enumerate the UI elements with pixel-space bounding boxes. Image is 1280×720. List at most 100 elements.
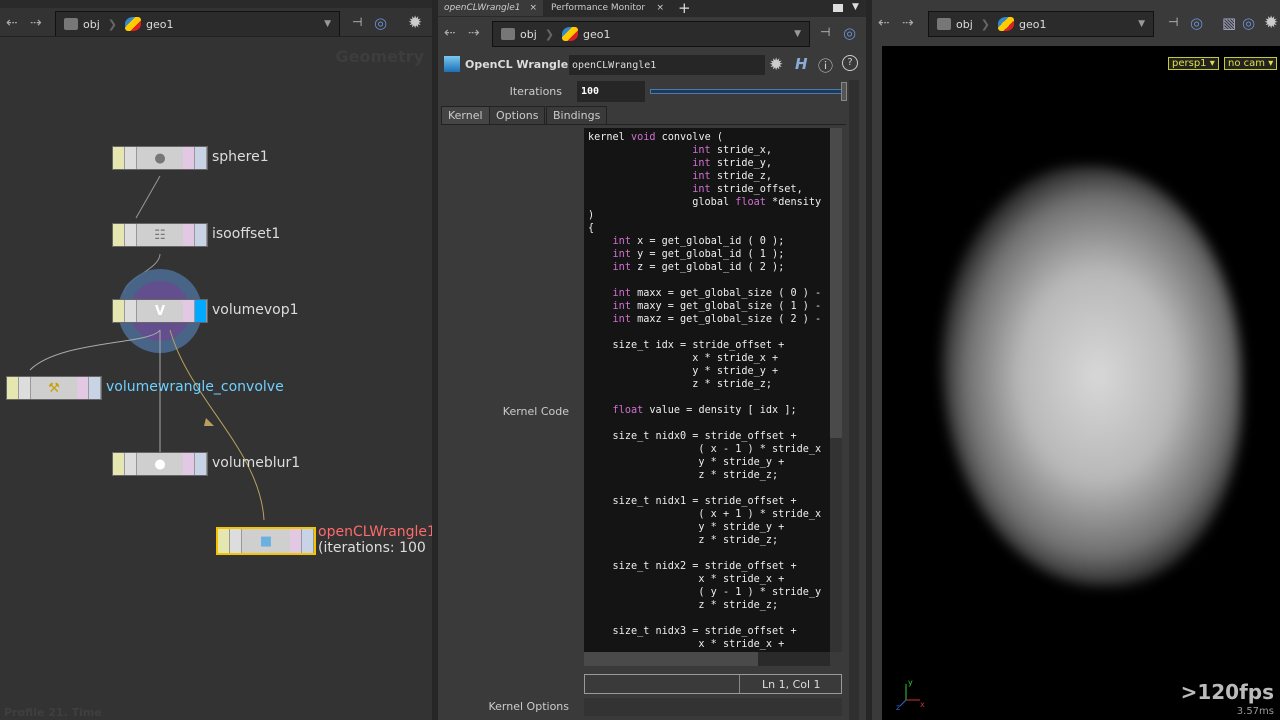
node-label: volumewrangle_convolve — [106, 379, 284, 395]
fps-readout: >120fps — [1180, 680, 1274, 704]
tab-performance-monitor[interactable]: Performance Monitor × — [545, 0, 670, 16]
pin-icon[interactable]: ⊣ — [820, 25, 830, 39]
code-keyword: float — [735, 197, 766, 208]
maximize-icon[interactable] — [833, 4, 843, 12]
code-keyword: int — [612, 314, 631, 325]
opencl-icon: ■ — [259, 533, 273, 549]
code-keyword: int — [692, 145, 711, 156]
code-keyword: int — [612, 249, 631, 260]
code-keyword: int — [692, 171, 711, 182]
wire-arrow-icon — [204, 418, 214, 426]
path-obj[interactable]: obj — [929, 18, 981, 31]
iterations-label: Iterations — [509, 85, 562, 98]
axis-label: z — [896, 703, 900, 710]
code-line: size_t nidx3 = stride_offset + — [612, 626, 797, 637]
network-editor: ⇠ ⇢ obj ❯ geo1 ▼ ⊣ ◎ ✹ Geometry ● sphere… — [0, 0, 436, 720]
camera-menu[interactable]: persp1 ▾ — [1168, 57, 1219, 70]
code-keyword: int — [612, 236, 631, 247]
wire — [169, 329, 265, 521]
snapshot-icon[interactable]: ◎ — [1242, 14, 1255, 32]
node-isooffset1[interactable]: ☷ — [112, 223, 208, 247]
kernel-code-editor[interactable]: kernel void convolve ( int stride_x, int… — [584, 128, 830, 652]
node-sphere1[interactable]: ● — [112, 146, 208, 170]
houdini-help-icon[interactable]: H — [795, 55, 808, 73]
path-geo[interactable]: geo1 — [990, 17, 1054, 31]
axis-gizmo-icon: y x z — [896, 678, 925, 710]
pane-menu-icon[interactable]: ▼ — [852, 2, 859, 12]
iterations-input[interactable] — [577, 81, 645, 102]
code-line: z * stride_z; — [698, 535, 779, 546]
node-volumewrangle-convolve[interactable]: ⚒ — [6, 376, 102, 400]
tab-options[interactable]: Options — [489, 106, 546, 125]
iterations-slider[interactable] — [650, 89, 844, 94]
kernel-options-label: Kernel Options — [488, 700, 570, 713]
node-volumeblur1[interactable]: ● — [112, 452, 208, 476]
path-bar[interactable]: obj ❯ geo1 ▼ — [928, 11, 1154, 37]
path-bar[interactable]: obj ❯ geo1 ▼ — [492, 21, 810, 47]
back-icon[interactable]: ⇠ — [444, 25, 456, 41]
code-line: float value = density [ idx ]; — [612, 405, 797, 416]
info-icon[interactable]: ⓘ — [818, 55, 833, 76]
chevron-down-icon[interactable]: ▼ — [1130, 19, 1153, 29]
code-line: x * stride_x + — [698, 639, 785, 650]
status-bar: Ln 1, Col 1 — [584, 674, 842, 694]
iterations-slider-handle[interactable] — [841, 82, 847, 101]
close-icon[interactable]: × — [656, 3, 664, 13]
link-icon[interactable]: ◎ — [1190, 14, 1203, 32]
volume-cloud — [942, 166, 1242, 586]
code-line: y * stride_y + — [698, 522, 785, 533]
path-obj[interactable]: obj — [493, 28, 545, 41]
code-line: size_t nidx2 = stride_offset + — [612, 561, 797, 572]
link-icon[interactable]: ◎ — [843, 24, 856, 42]
path-label: obj — [956, 17, 973, 31]
gear-icon[interactable]: ✹ — [769, 55, 783, 75]
code-line: size_t idx = stride_offset + — [612, 340, 785, 351]
code-keyword: int — [692, 158, 711, 169]
cam-menu[interactable]: no cam ▾ — [1224, 57, 1278, 70]
param-scrollbar[interactable] — [849, 80, 859, 720]
code-hscrollbar[interactable] — [584, 652, 830, 666]
path-geo[interactable]: geo1 — [554, 27, 618, 41]
tab-label: openCLWrangle1 — [444, 3, 521, 13]
tab-openclwrangle1[interactable]: openCLWrangle1 × — [438, 0, 543, 16]
code-line: size_t nidx0 = stride_offset + — [612, 431, 797, 442]
code-keyword: void — [630, 132, 656, 143]
code-line: int x = get_global_id ( 0 ); — [612, 236, 785, 247]
code-keyword: int — [612, 301, 631, 312]
code-line: z * stride_z; — [692, 379, 773, 390]
profile-footer: Profile 21. Time — [4, 706, 102, 719]
tab-bindings[interactable]: Bindings — [546, 106, 608, 125]
vop-icon: V — [154, 303, 166, 319]
node-volumevop1[interactable]: V — [112, 299, 208, 323]
add-tab-icon[interactable]: + — [678, 0, 691, 17]
forward-icon[interactable]: ⇢ — [468, 25, 480, 41]
back-icon[interactable]: ⇠ — [878, 15, 890, 31]
node-openclwrangle1[interactable]: ■ — [216, 527, 316, 555]
cursor-position: Ln 1, Col 1 — [739, 675, 821, 693]
path-separator: ❯ — [544, 27, 554, 41]
code-line: int maxx = get_global_size ( 0 ) - — [612, 288, 822, 299]
code-line: size_t nidx1 = stride_offset + — [612, 496, 797, 507]
axis-label: x — [920, 700, 925, 709]
opencl-node-icon[interactable] — [444, 56, 460, 72]
frame-time: 3.57ms — [1236, 706, 1274, 717]
forward-icon[interactable]: ⇢ — [902, 15, 914, 31]
display-options-icon[interactable]: ▧ — [1222, 14, 1236, 32]
node-label: volumevop1 — [212, 302, 299, 318]
node-name-input[interactable] — [569, 55, 765, 75]
code-line: int z = get_global_id ( 2 ); — [612, 262, 785, 273]
code-line: ( y - 1 ) * stride_y — [588, 587, 822, 598]
pin-icon[interactable]: ⊣ — [1168, 15, 1178, 29]
tab-kernel[interactable]: Kernel — [441, 106, 490, 125]
help-icon[interactable]: ? — [842, 55, 858, 71]
close-icon[interactable]: × — [529, 3, 537, 13]
chevron-down-icon[interactable]: ▼ — [786, 29, 809, 39]
viewport-canvas[interactable]: persp1 ▾ no cam ▾ y x z >120fps 3.57ms — [882, 46, 1280, 720]
gear-icon[interactable]: ✹ — [1264, 13, 1278, 33]
code-line: ) — [588, 210, 595, 221]
code-vscrollbar[interactable] — [830, 128, 842, 652]
kernel-options-field[interactable] — [584, 698, 842, 716]
